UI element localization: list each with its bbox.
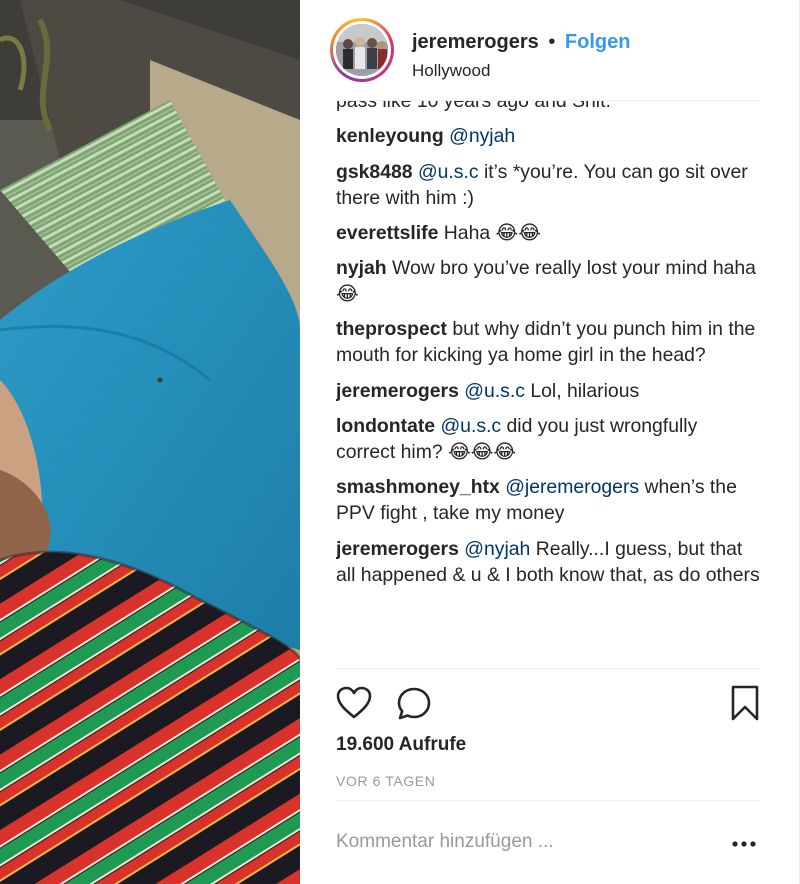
comment-mention[interactable]: @u.s.c	[440, 415, 501, 437]
post-sidebar: jeremerogers • Folgen Hollywood pass lik…	[300, 0, 800, 884]
comment-item: gsk8488 @u.s.c it’s *you’re. You can go …	[336, 159, 760, 211]
story-ring[interactable]	[330, 18, 394, 82]
comment-username[interactable]: smashmoney_htx	[336, 476, 500, 498]
follow-button[interactable]: Folgen	[565, 31, 631, 53]
comment-text: Lol, hilarious	[530, 379, 640, 402]
comment-item: theprospect but why didn’t you punch him…	[336, 316, 760, 368]
avatar-border	[333, 21, 391, 79]
comments-scroll: pass like 10 years ago and Shit. kenleyo…	[336, 100, 760, 597]
post-video-frame	[0, 0, 300, 884]
comment-mention[interactable]: @nyjah	[449, 125, 515, 147]
post-media[interactable]	[0, 0, 300, 884]
comment-username[interactable]: kenleyoung	[336, 125, 444, 147]
comment-item: everettslife Haha 😂😂	[336, 220, 760, 246]
comment-input[interactable]	[336, 829, 716, 855]
username-link[interactable]: jeremerogers	[412, 31, 539, 53]
comment-username[interactable]: londontate	[336, 415, 435, 437]
header-user-line: jeremerogers • Folgen	[412, 31, 630, 54]
comment-text: Wow bro you’ve really lost your mind hah…	[336, 257, 756, 306]
comment-mention[interactable]: @jeremerogers	[505, 476, 639, 498]
comment-item: londontate @u.s.c did you just wrongfull…	[336, 413, 760, 465]
comment-item: pass like 10 years ago and Shit.	[336, 100, 760, 114]
comment-item: jeremerogers @u.s.c Lol, hilarious	[336, 378, 760, 404]
heart-icon[interactable]	[336, 686, 372, 725]
comment-item: kenleyoung @nyjah	[336, 123, 760, 149]
comment-username[interactable]: theprospect	[336, 318, 447, 340]
avatar-photo	[336, 24, 388, 76]
avatar[interactable]	[336, 24, 388, 76]
comments-list[interactable]: pass like 10 years ago and Shit. kenleyo…	[336, 100, 760, 657]
add-comment-bar	[336, 800, 760, 884]
comment-username[interactable]: gsk8488	[336, 161, 413, 183]
comment-username[interactable]: everettslife	[336, 222, 438, 244]
comment-bubble-icon[interactable]	[396, 686, 432, 727]
comment-text: Haha 😂😂	[443, 221, 541, 244]
more-options-icon[interactable]	[732, 835, 756, 853]
comment-item: jeremerogers @nyjah Really...I guess, bu…	[336, 536, 760, 588]
comment-username[interactable]: jeremerogers	[336, 538, 459, 560]
post-actions: 19.600 Aufrufe VOR 6 TAGEN	[336, 668, 760, 800]
comment-username[interactable]: nyjah	[336, 257, 387, 279]
comment-item: nyjah Wow bro you’ve really lost your mi…	[336, 255, 760, 307]
comment-item: smashmoney_htx @jeremerogers when’s the …	[336, 474, 760, 526]
comment-text: pass like 10 years ago and Shit.	[336, 100, 611, 112]
comment-mention[interactable]: @u.s.c	[418, 161, 479, 183]
bookmark-icon[interactable]	[730, 685, 760, 726]
comment-mention[interactable]: @nyjah	[464, 538, 530, 560]
separator-dot: •	[548, 31, 556, 53]
comment-username[interactable]: jeremerogers	[336, 380, 459, 402]
post-timestamp[interactable]: VOR 6 TAGEN	[336, 773, 435, 789]
post-header: jeremerogers • Folgen Hollywood	[300, 0, 800, 100]
view-count[interactable]: 19.600 Aufrufe	[336, 734, 466, 756]
comment-mention[interactable]: @u.s.c	[464, 380, 525, 402]
location-link[interactable]: Hollywood	[412, 61, 490, 81]
